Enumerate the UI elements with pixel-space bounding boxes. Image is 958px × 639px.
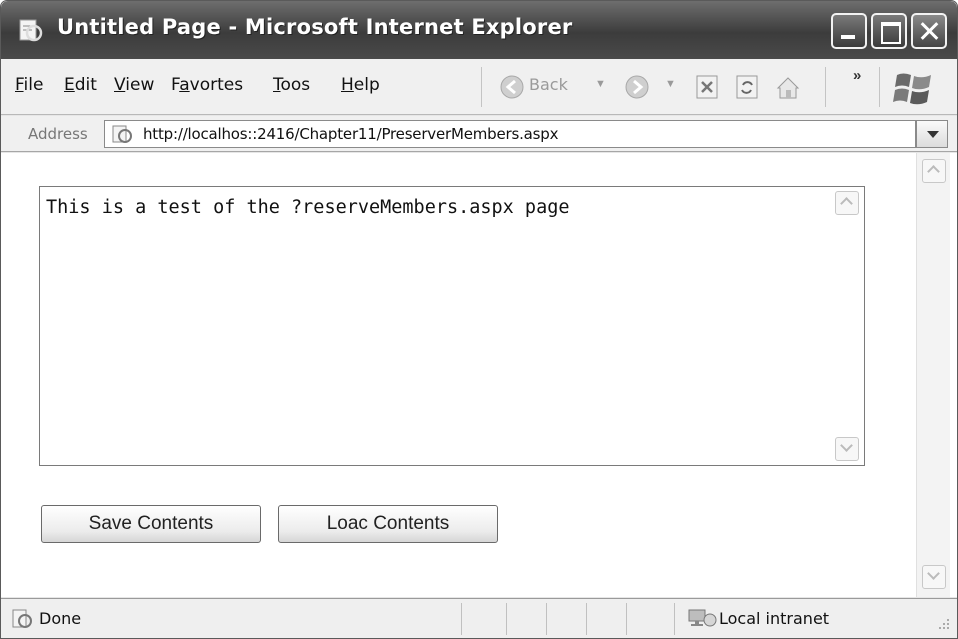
status-divider [674, 603, 675, 635]
address-input[interactable]: http://localhos::2416/Chapter11/Preserve… [104, 120, 916, 148]
page-viewport: This is a test of the ?reserveMembers.as… [1, 153, 957, 597]
title-bar[interactable]: Untitled Page - Microsoft Internet Explo… [1, 1, 957, 59]
menu-view[interactable]: View [114, 75, 154, 95]
textarea-scroll-up-button[interactable] [835, 191, 859, 215]
home-icon[interactable] [774, 72, 802, 102]
minimize-button[interactable] [831, 13, 867, 49]
menu-favorites[interactable]: Favortes [171, 75, 243, 95]
toolbar-more-icon[interactable]: » [853, 67, 861, 84]
status-text: Done [39, 609, 82, 628]
toolbar-separator-2 [825, 67, 826, 107]
chevron-up-icon [840, 197, 853, 210]
load-contents-button[interactable]: Loac Contents [278, 505, 498, 543]
back-label[interactable]: Back [529, 75, 568, 94]
contents-textarea[interactable]: This is a test of the ?reserveMembers.as… [39, 186, 865, 466]
address-dropdown-button[interactable] [916, 120, 948, 148]
refresh-icon[interactable] [734, 72, 760, 102]
textarea-scroll-down-button[interactable] [835, 437, 859, 461]
forward-dropdown-icon[interactable]: ▼ [665, 78, 676, 90]
page-scroll-down-button[interactable] [922, 565, 946, 589]
stop-icon[interactable] [694, 72, 720, 102]
resize-grip-icon[interactable] [933, 617, 951, 635]
save-contents-button[interactable]: Save Contents [41, 505, 261, 543]
status-bar: Done Local intranet [1, 598, 957, 638]
menu-edit[interactable]: Edit [64, 75, 97, 95]
status-divider [586, 603, 587, 635]
security-zone-label: Local intranet [719, 609, 830, 628]
page-done-icon [12, 609, 32, 628]
menu-help[interactable]: Help [341, 75, 380, 95]
back-icon[interactable] [498, 72, 526, 102]
textarea-value[interactable]: This is a test of the ?reserveMembers.as… [46, 197, 569, 218]
chevron-down-icon [927, 567, 940, 580]
menu-toolbar: File Edit View Favortes Toos Help Back ▼… [1, 59, 957, 115]
menu-file[interactable]: File [15, 75, 43, 95]
maximize-button[interactable] [871, 13, 907, 49]
back-dropdown-icon[interactable]: ▼ [595, 78, 606, 90]
windows-logo-icon [893, 73, 931, 105]
local-intranet-icon [688, 609, 717, 627]
status-divider [626, 603, 627, 635]
window-title: Untitled Page - Microsoft Internet Explo… [57, 15, 573, 39]
page-scrollbar[interactable] [916, 153, 950, 597]
page-favicon-icon [112, 125, 132, 143]
toolbar-separator-3 [879, 67, 880, 107]
status-divider [546, 603, 547, 635]
chevron-down-icon [840, 439, 853, 452]
close-button[interactable] [911, 13, 947, 49]
forward-icon[interactable] [623, 72, 651, 102]
address-label: Address [28, 125, 88, 143]
textarea-scrollbar[interactable] [830, 187, 864, 465]
status-divider [506, 603, 507, 635]
browser-window: Untitled Page - Microsoft Internet Explo… [0, 0, 958, 639]
status-divider [461, 603, 462, 635]
address-url[interactable]: http://localhos::2416/Chapter11/Preserve… [143, 125, 558, 143]
page-scroll-up-button[interactable] [922, 159, 946, 183]
address-bar: Address http://localhos::2416/Chapter11/… [1, 116, 957, 152]
ie-page-icon [19, 19, 43, 42]
chevron-up-icon [927, 165, 940, 178]
menu-tools[interactable]: Toos [273, 75, 310, 95]
toolbar-separator [481, 67, 482, 107]
